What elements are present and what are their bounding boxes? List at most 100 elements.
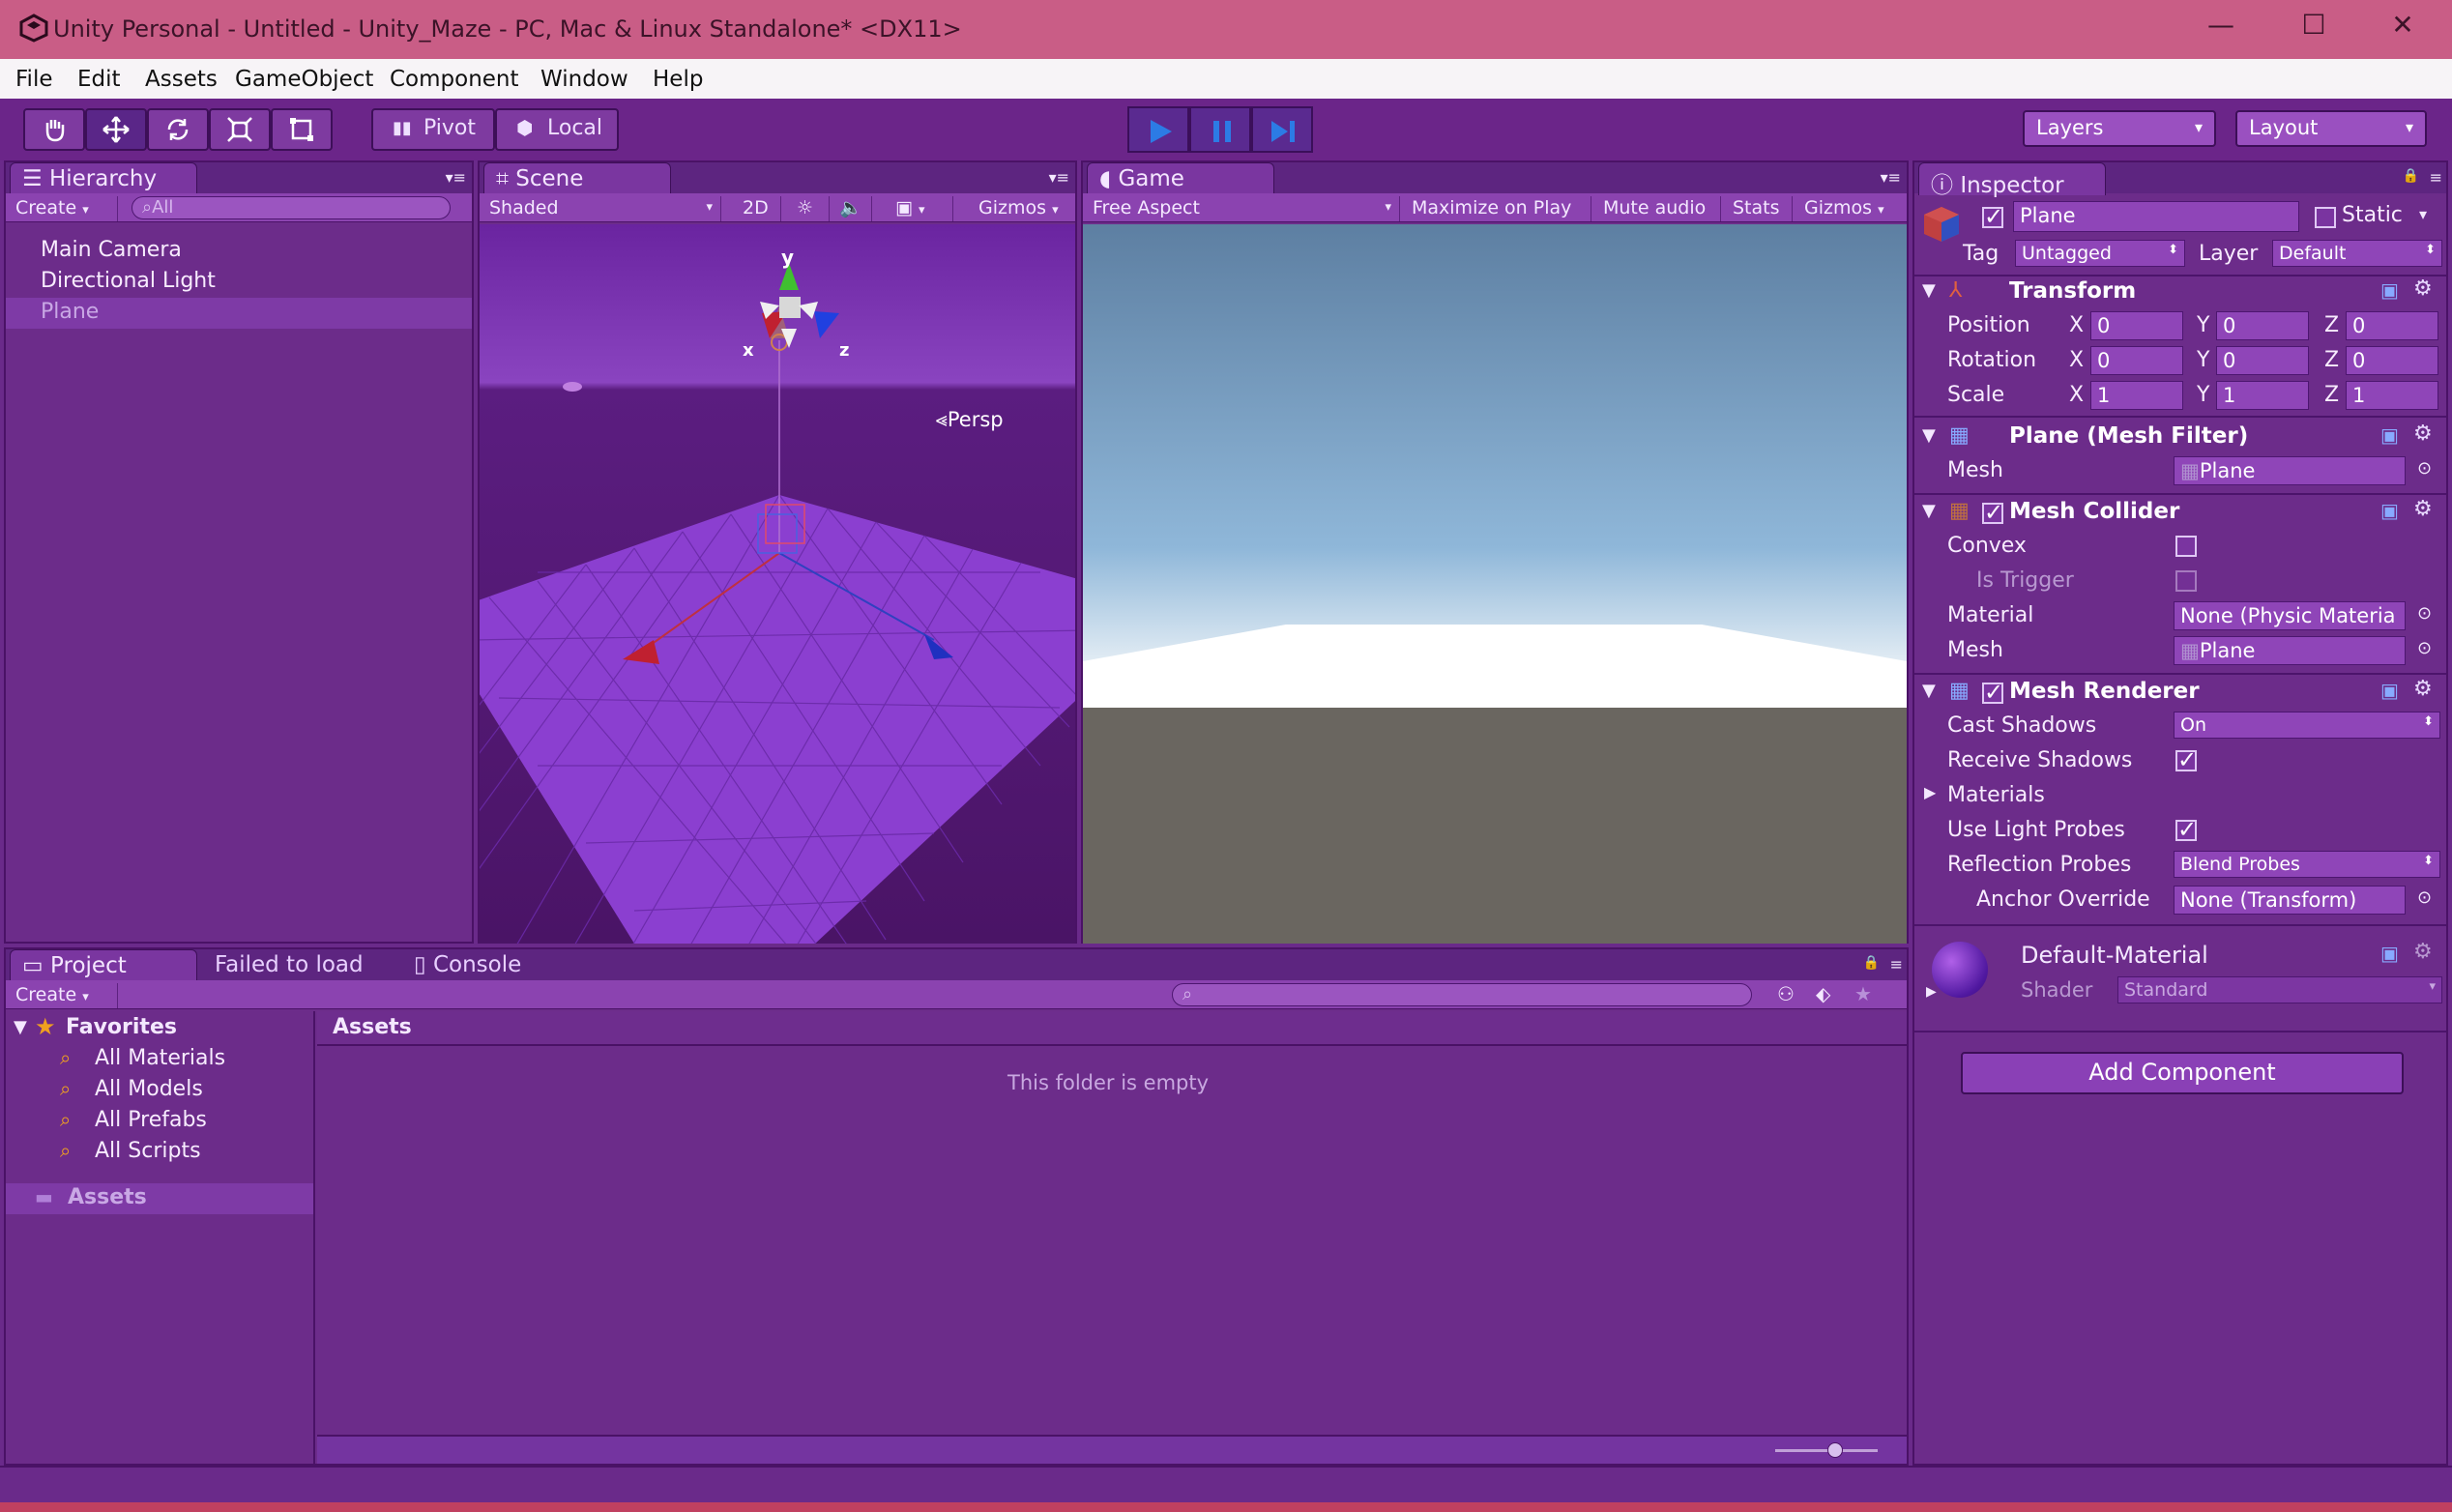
object-picker-icon[interactable]: ⊙ (2417, 887, 2432, 908)
scale-y-field[interactable]: 1 (2216, 381, 2309, 410)
foldout-arrow-icon[interactable]: ▼ (14, 1017, 27, 1037)
step-button[interactable] (1251, 106, 1313, 153)
transform-header[interactable]: Transform (2009, 278, 2136, 304)
project-search-input[interactable]: ⌕ (1172, 983, 1752, 1006)
position-x-field[interactable]: 0 (2090, 311, 2183, 340)
maximize-button[interactable]: ☐ (2280, 6, 2348, 44)
anchor-override-field[interactable]: None (Transform) (2174, 886, 2406, 915)
assets-folder-row[interactable]: ▬ Assets (6, 1183, 313, 1214)
materials-foldout[interactable]: Materials (1947, 783, 2045, 807)
receive-shadows-checkbox[interactable] (2175, 746, 2197, 773)
local-toggle[interactable]: ⬢ Local (495, 108, 619, 151)
minimize-button[interactable]: — (2187, 6, 2255, 44)
mesh-collider-header[interactable]: Mesh Collider (2009, 499, 2179, 524)
favorite-all-materials[interactable]: All Materials (95, 1046, 225, 1070)
foldout-right-icon[interactable]: ▶ (1926, 984, 1937, 1000)
active-checkbox[interactable] (1982, 203, 2003, 230)
menu-assets[interactable]: Assets (145, 67, 218, 92)
menu-file[interactable]: File (15, 67, 53, 92)
help-book-icon[interactable]: ▣ (2380, 679, 2399, 702)
foldout-arrow-icon[interactable]: ▼ (1922, 681, 1936, 701)
scale-z-field[interactable]: 1 (2346, 381, 2438, 410)
panel-menu-icon[interactable]: ▾≡ (1881, 168, 1901, 187)
scene-effects-icon[interactable]: ▣ ▾ (886, 196, 953, 221)
shader-dropdown[interactable]: Standard ▾ (2117, 976, 2442, 1003)
foldout-arrow-icon[interactable]: ▼ (1922, 425, 1936, 446)
rotation-x-field[interactable]: 0 (2090, 346, 2183, 375)
rotation-y-field[interactable]: 0 (2216, 346, 2309, 375)
scale-tool-button[interactable] (209, 108, 271, 151)
is-trigger-checkbox[interactable] (2175, 570, 2197, 592)
toggle-2d-button[interactable]: 2D (733, 196, 781, 221)
static-checkbox[interactable] (2315, 207, 2336, 228)
tab-inspector[interactable]: ⓘ Inspector (1918, 162, 2106, 198)
tab-console[interactable]: ▯ Console (402, 949, 596, 982)
position-y-field[interactable]: 0 (2216, 311, 2309, 340)
convex-checkbox[interactable] (2175, 536, 2197, 557)
mesh-renderer-enabled-checkbox[interactable] (1982, 679, 2003, 706)
tab-game[interactable]: ◖ Game (1087, 162, 1274, 195)
help-book-icon[interactable]: ▣ (2380, 423, 2399, 447)
gear-icon[interactable]: ⚙ (2413, 422, 2433, 446)
tab-failed-to-load[interactable]: Failed to load (203, 949, 396, 982)
favorites-header[interactable]: Favorites (66, 1015, 177, 1039)
scene-audio-icon[interactable]: 🔈 (830, 196, 872, 221)
mesh-filter-header[interactable]: Plane (Mesh Filter) (2009, 423, 2248, 449)
menu-help[interactable]: Help (653, 67, 703, 92)
play-button[interactable] (1127, 106, 1189, 153)
favorite-all-scripts[interactable]: All Scripts (95, 1139, 201, 1163)
pause-button[interactable] (1189, 106, 1251, 153)
help-book-icon[interactable]: ▣ (2380, 278, 2399, 302)
hand-tool-button[interactable] (23, 108, 85, 151)
filter-by-type-icon[interactable]: ⚇ (1777, 982, 1795, 1005)
icon-size-slider-track[interactable] (1775, 1449, 1878, 1452)
scene-lighting-icon[interactable]: ☼ (787, 196, 830, 221)
rotation-z-field[interactable]: 0 (2346, 346, 2438, 375)
mesh-renderer-header[interactable]: Mesh Renderer (2009, 679, 2200, 704)
menu-gameobject[interactable]: GameObject (235, 67, 373, 92)
position-z-field[interactable]: 0 (2346, 311, 2438, 340)
layout-dropdown[interactable]: Layout ▾ (2235, 110, 2427, 147)
lock-icon[interactable]: 🔒 (1863, 955, 1880, 971)
object-name-field[interactable]: Plane (2013, 201, 2299, 232)
layer-dropdown[interactable]: Default ⬍ (2272, 240, 2442, 267)
panel-menu-icon[interactable]: ▾≡ (446, 168, 466, 187)
game-gizmos-dropdown[interactable]: Gizmos ▾ (1795, 196, 1907, 221)
foldout-arrow-icon[interactable]: ▼ (1922, 280, 1936, 301)
tag-dropdown[interactable]: Untagged ⬍ (2015, 240, 2185, 267)
scale-x-field[interactable]: 1 (2090, 381, 2183, 410)
shading-mode-dropdown[interactable]: Shaded ▾ (480, 196, 721, 221)
project-create-button[interactable]: Create ▾ (6, 983, 118, 1008)
favorite-all-models[interactable]: All Models (95, 1077, 203, 1101)
menu-window[interactable]: Window (540, 67, 628, 92)
panel-menu-icon[interactable]: ▾≡ (1049, 168, 1069, 187)
mesh-filter-mesh-field[interactable]: ▦Plane (2174, 456, 2406, 485)
game-viewport[interactable] (1083, 224, 1907, 944)
move-tool-button[interactable] (85, 108, 147, 151)
assets-breadcrumb[interactable]: Assets (333, 1015, 412, 1039)
panel-menu-icon[interactable]: ≡ (1890, 955, 1903, 974)
persp-toggle[interactable]: ⪡Persp (936, 408, 1004, 432)
gear-icon[interactable]: ⚙ (2413, 276, 2433, 301)
menu-edit[interactable]: Edit (77, 67, 121, 92)
help-book-icon[interactable]: ▣ (2380, 499, 2399, 522)
gear-icon[interactable]: ⚙ (2413, 940, 2433, 964)
stats-toggle[interactable]: Stats (1723, 196, 1793, 221)
use-light-probes-checkbox[interactable] (2175, 816, 2197, 843)
icon-size-slider-thumb[interactable] (1827, 1442, 1843, 1458)
scene-gizmos-dropdown[interactable]: Gizmos ▾ (969, 196, 1075, 221)
rotate-tool-button[interactable] (147, 108, 209, 151)
tab-hierarchy[interactable]: ☰ Hierarchy (10, 162, 197, 195)
gear-icon[interactable]: ⚙ (2413, 677, 2433, 701)
scene-viewport[interactable] (480, 224, 1075, 944)
favorite-star-icon[interactable]: ★ (1854, 982, 1872, 1005)
physic-material-field[interactable]: None (Physic Materia (2174, 601, 2406, 630)
hierarchy-item-main-camera[interactable]: Main Camera (41, 238, 182, 262)
favorite-all-prefabs[interactable]: All Prefabs (95, 1108, 207, 1132)
filter-by-label-icon[interactable]: ⬖ (1816, 982, 1830, 1005)
mesh-collider-enabled-checkbox[interactable] (1982, 499, 2003, 526)
close-button[interactable]: ✕ (2369, 6, 2437, 44)
hierarchy-item-directional-light[interactable]: Directional Light (41, 269, 216, 293)
collider-mesh-field[interactable]: ▦Plane (2174, 636, 2406, 665)
foldout-arrow-icon[interactable]: ▼ (1922, 501, 1936, 521)
